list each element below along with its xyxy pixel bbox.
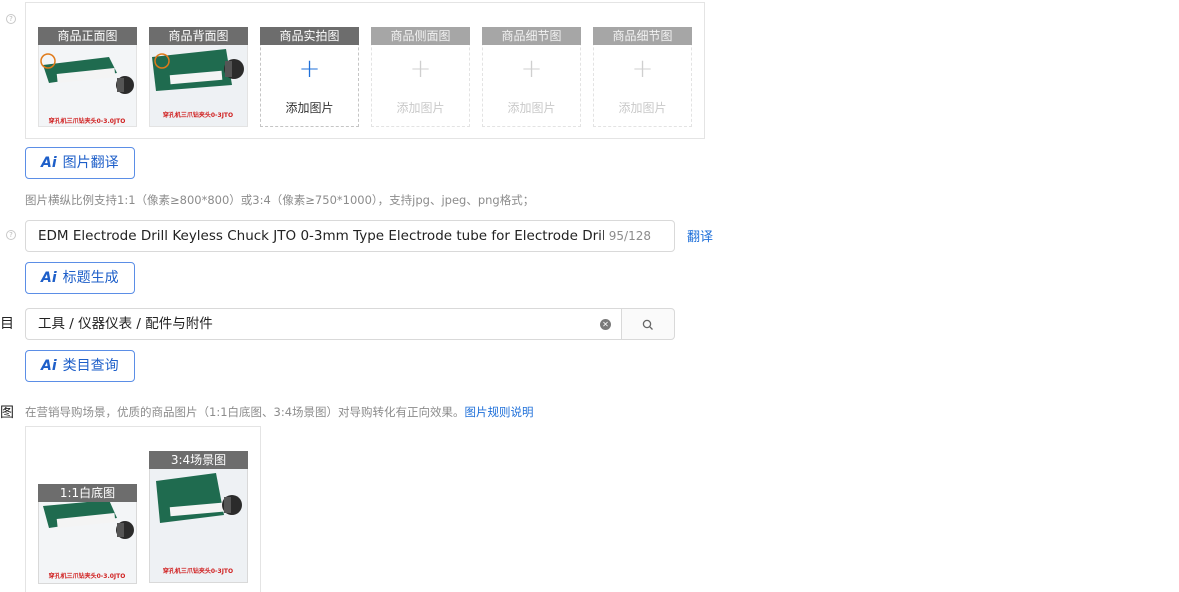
image-format-hint: 图片横纵比例支持1:1（像素≥800*800）或3:4（像素≥750*1000）… <box>25 193 535 207</box>
ai-title-generate-label: 标题生成 <box>62 270 119 286</box>
slot-label-detail-1: 商品细节图 <box>482 27 581 45</box>
ai-category-query-label: 类目查询 <box>62 358 119 374</box>
scene-images-hint: 在营销导购场景，优质的商品图片（1:1白底图、3:4场景图）对导购转化有正向效果… <box>25 404 534 420</box>
category-input-value: 工具 / 仪器仪表 / 配件与附件 <box>38 316 213 332</box>
help-icon[interactable]: ? <box>6 14 16 24</box>
add-icon: + <box>520 54 543 84</box>
photo-caption-back: 穿孔机三爪钻夹头0-3JTO <box>163 111 233 119</box>
ai-category-query-button[interactable]: Ai 类目查询 <box>25 350 135 382</box>
slot-label-real-shot: 商品实拍图 <box>260 27 359 45</box>
category-search-button[interactable] <box>621 308 675 340</box>
slot-label-back: 商品背面图 <box>149 27 248 45</box>
ai-icon: Ai <box>41 270 57 286</box>
image-slot-side: 商品侧面图 + 添加图片 <box>371 27 470 127</box>
clear-icon[interactable]: ✕ <box>600 319 611 330</box>
slot-label-front: 商品正面图 <box>38 27 137 45</box>
photo-caption-portrait: 穿孔机三爪钻夹头0-3JTO <box>163 567 233 575</box>
ai-image-translate-button[interactable]: Ai 图片翻译 <box>25 147 135 179</box>
product-photo-back: 穿孔机三爪钻夹头0-3JTO <box>150 45 247 126</box>
scene-images-hint-text: 在营销导购场景，优质的商品图片（1:1白底图、3:4场景图）对导购转化有正向效果… <box>25 405 465 419</box>
ai-image-translate-label: 图片翻译 <box>62 155 119 171</box>
category-field-label: 目 <box>0 316 14 332</box>
ai-title-generate-button[interactable]: Ai 标题生成 <box>25 262 135 294</box>
photo-caption-front: 穿孔机三爪钻夹头0-3.0JTO <box>49 117 126 125</box>
image-slot-real-shot[interactable]: 商品实拍图 + 添加图片 <box>260 27 359 127</box>
category-input[interactable]: 工具 / 仪器仪表 / 配件与附件 ✕ <box>25 308 622 340</box>
image-rules-link[interactable]: 图片规则说明 <box>465 405 534 419</box>
product-photo-front: 穿孔机三爪钻夹头0-3.0JTO <box>39 45 136 126</box>
search-icon <box>642 319 653 330</box>
main-images-panel: 穿孔机三爪钻夹头0-3.0JTO 商品正面图 穿孔机三爪钻夹头0-3JTO 商品… <box>25 2 705 139</box>
image-slot-detail-2: 商品细节图 + 添加图片 <box>593 27 692 127</box>
title-input-value[interactable]: EDM Electrode Drill Keyless Chuck JTO 0-… <box>38 221 604 251</box>
slot-label-square: 1:1白底图 <box>38 484 137 502</box>
add-image-label: 添加图片 <box>507 101 556 115</box>
image-slot-front[interactable]: 穿孔机三爪钻夹头0-3.0JTO 商品正面图 <box>38 27 137 127</box>
ai-icon: Ai <box>41 155 57 171</box>
add-icon: + <box>631 54 654 84</box>
add-image-label: 添加图片 <box>285 101 334 115</box>
image-slot-back[interactable]: 穿孔机三爪钻夹头0-3JTO 商品背面图 <box>149 27 248 127</box>
scene-images-panel: 1:1白底图 穿孔机三爪钻夹头0-3.0JTO 3:4场景图 穿孔机三爪钻夹头0… <box>25 426 261 592</box>
slot-label-detail-2: 商品细节图 <box>593 27 692 45</box>
help-icon[interactable]: ? <box>6 230 16 240</box>
scene-slot-square[interactable]: 1:1白底图 穿孔机三爪钻夹头0-3.0JTO <box>38 484 137 584</box>
photo-caption-square: 穿孔机三爪钻夹头0-3.0JTO <box>49 572 126 580</box>
title-input[interactable]: EDM Electrode Drill Keyless Chuck JTO 0-… <box>25 220 675 252</box>
product-photo-square: 穿孔机三爪钻夹头0-3.0JTO <box>39 502 136 583</box>
slot-label-side: 商品侧面图 <box>371 27 470 45</box>
title-char-count: 95/128 <box>608 229 651 243</box>
slot-label-portrait: 3:4场景图 <box>149 451 248 469</box>
translate-link[interactable]: 翻译 <box>687 226 713 245</box>
scene-images-field-label: 图 <box>0 405 14 421</box>
ai-icon: Ai <box>41 358 57 374</box>
product-photo-portrait: 穿孔机三爪钻夹头0-3JTO <box>150 469 247 582</box>
add-icon: + <box>409 54 432 84</box>
add-image-label: 添加图片 <box>396 101 445 115</box>
image-slot-detail-1: 商品细节图 + 添加图片 <box>482 27 581 127</box>
add-icon: + <box>298 54 321 84</box>
scene-slot-portrait[interactable]: 3:4场景图 穿孔机三爪钻夹头0-3JTO <box>149 451 248 583</box>
add-image-label: 添加图片 <box>618 101 667 115</box>
